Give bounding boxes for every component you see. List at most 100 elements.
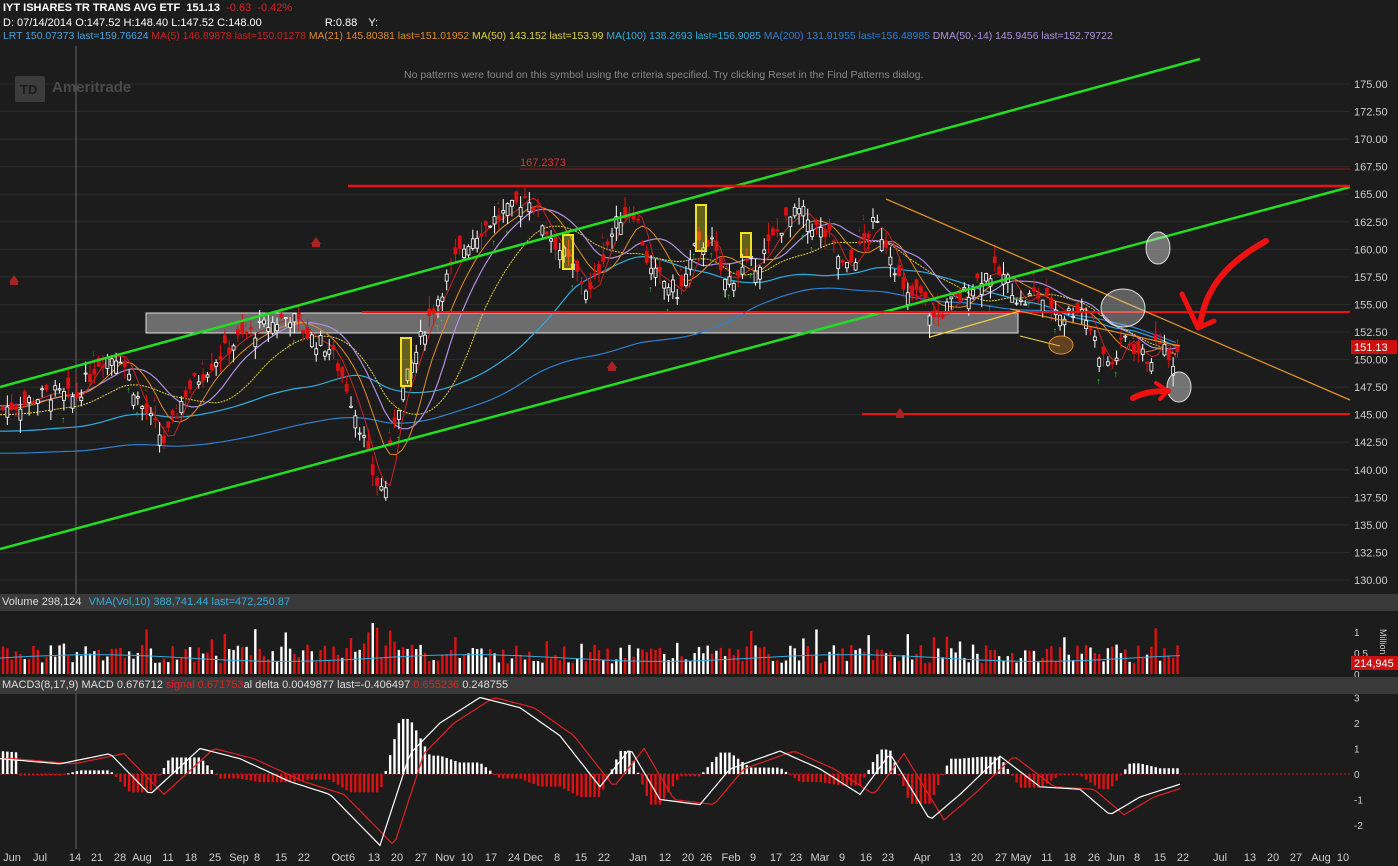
volume-bar	[23, 659, 26, 674]
y-tick-label: 140.00	[1354, 465, 1388, 477]
volume-bar	[410, 644, 414, 674]
macd-hist-bar	[767, 767, 770, 774]
candle-body	[584, 290, 588, 300]
candle-body	[945, 301, 949, 313]
volume-bar	[1106, 648, 1110, 674]
candle-body	[1145, 361, 1149, 364]
candle-body	[744, 259, 749, 261]
macd-hist-bar	[1145, 765, 1149, 774]
volume-bar	[175, 659, 179, 674]
macd-hist-bar	[415, 730, 418, 774]
volume-bar	[854, 649, 857, 674]
buy-arrow-icon: ↑	[692, 251, 697, 261]
macd-hist-bar	[445, 757, 448, 774]
macd-hist-bar	[493, 774, 496, 775]
macd-hist-bar	[49, 774, 53, 776]
macd-hist-bar	[58, 774, 61, 776]
macd-hist-bar	[315, 774, 318, 780]
macd-hist-bar	[1089, 774, 1092, 783]
volume-bar	[1150, 646, 1153, 674]
candle-body	[392, 417, 397, 424]
macd-hist-bar	[1106, 774, 1110, 790]
y-tick-label: 175.00	[1354, 79, 1388, 91]
macd-hist-bar	[127, 774, 131, 792]
ohlc-line: D: 07/14/2014 O:147.52 H:148.40 L:147.52…	[3, 17, 378, 29]
x-tick-label: 13	[368, 852, 380, 864]
candle-body	[444, 273, 449, 282]
candle-body	[1110, 361, 1115, 365]
macd-hist-bar	[1058, 774, 1062, 776]
x-tick-label: 27	[1290, 852, 1302, 864]
volume-bar	[880, 649, 883, 674]
volume-bar	[1124, 649, 1127, 674]
macd-hist-bar	[576, 774, 579, 796]
volume-bar	[206, 652, 209, 674]
x-tick-label: Sep	[229, 852, 249, 864]
volume-bar	[480, 648, 483, 674]
candle-body	[505, 203, 510, 217]
candle-body	[148, 413, 153, 417]
candle-body	[140, 406, 145, 409]
buy-arrow-icon: ↑	[800, 232, 805, 242]
volume-bar	[645, 652, 648, 674]
x-tick-label: 21	[91, 852, 103, 864]
candle-body	[636, 218, 640, 221]
volume-bar	[932, 637, 936, 674]
x-tick-label: 24	[508, 852, 520, 864]
volume-bar	[27, 659, 31, 674]
candle-body	[414, 351, 419, 365]
macd-hist-bar	[428, 754, 431, 774]
macd-hist-bar	[158, 774, 161, 776]
macd-hist-bar	[771, 767, 775, 774]
x-tick-label: 17	[485, 852, 497, 864]
macd-hist-bar	[706, 767, 709, 774]
y-axis-area	[1350, 46, 1398, 594]
candle-body	[905, 292, 910, 305]
volume-bar	[897, 660, 901, 674]
candle-body	[92, 368, 97, 375]
candle-body	[827, 223, 832, 231]
macd-hist-bar	[184, 757, 187, 774]
macd-hist-bar	[393, 739, 396, 774]
volume-bar	[428, 661, 431, 674]
candle-body	[423, 334, 427, 345]
candle-body	[44, 385, 49, 390]
macd-hist-bar	[27, 774, 31, 776]
candle-body	[762, 249, 767, 254]
volume-bar	[1084, 645, 1088, 674]
study-legend-item: MA(5)	[151, 31, 183, 42]
candle-body	[1101, 346, 1106, 355]
macd-hist-bar	[171, 757, 174, 774]
macd-hist-bar	[963, 758, 966, 774]
candle-body	[1149, 362, 1154, 372]
volume-bar	[793, 648, 796, 674]
volume-bar	[293, 653, 296, 674]
volume-bar	[758, 647, 762, 674]
macd-hist-bar	[897, 774, 901, 775]
macd-hist-bar	[867, 769, 870, 774]
volume-bar	[371, 623, 374, 674]
macd-hist-bar	[101, 770, 105, 774]
volume-bar	[919, 645, 923, 674]
candle-body	[222, 335, 227, 344]
macd-hist-bar	[323, 774, 327, 780]
candle-body	[831, 240, 836, 243]
price-chart-panel[interactable]: 130.00 132.50 135.00 137.50 140.00 142.50 145.…	[0, 46, 1398, 594]
volume-bar	[415, 649, 418, 674]
volume-bar	[632, 656, 635, 674]
volume-bar	[84, 646, 87, 674]
volume-bar	[489, 649, 492, 674]
volume-bar	[214, 655, 218, 674]
buy-arrow-icon: ↑	[687, 280, 692, 290]
macd-hist-bar	[106, 770, 109, 774]
macd-hist-bar	[510, 774, 514, 779]
candle-body	[536, 204, 540, 208]
candle-body	[592, 273, 597, 275]
candle-body	[518, 207, 523, 218]
marker-ellipse	[1166, 371, 1192, 403]
volume-bar	[1006, 656, 1010, 674]
macd-hist-bar	[589, 774, 592, 797]
marker-ellipse	[1100, 288, 1146, 328]
volume-bar	[715, 650, 718, 674]
macd-hist-bar	[928, 774, 931, 804]
